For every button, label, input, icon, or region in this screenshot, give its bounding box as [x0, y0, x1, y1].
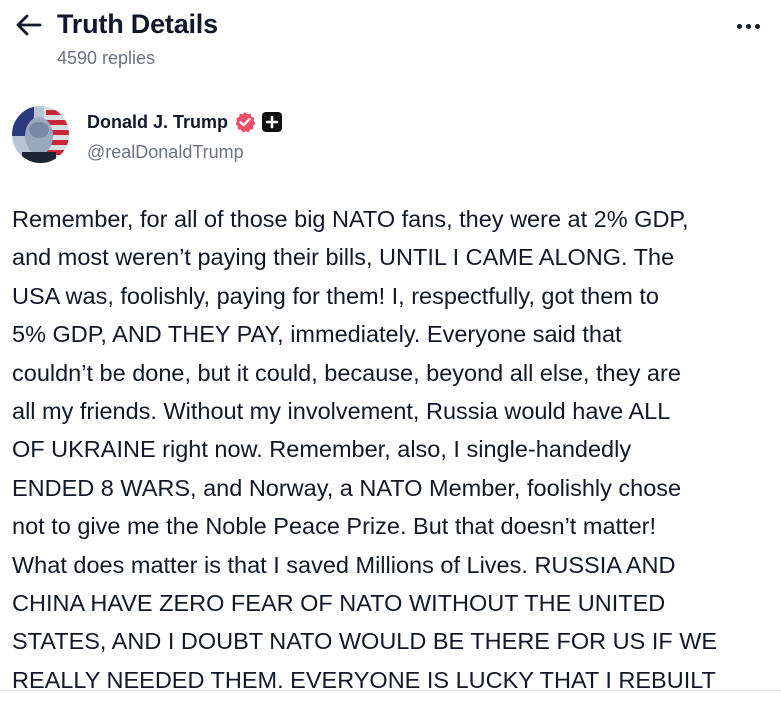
post-author: Donald J. Trump @realDonaldTrump — [0, 100, 781, 170]
author-name-row: Donald J. Trump — [87, 110, 283, 134]
post-text-line: couldn’t be done, but it could, because,… — [12, 359, 681, 386]
verified-badge-icon — [235, 112, 256, 133]
post-text-line: 5% GDP, AND THEY PAY, immediately. Every… — [12, 321, 622, 348]
post-text-line: and most weren’t paying their bills, UNT… — [12, 244, 675, 271]
post-text-line: not to give me the Noble Peace Prize. Bu… — [12, 513, 656, 540]
avatar[interactable] — [12, 106, 69, 163]
ellipsis-dot — [754, 23, 760, 29]
plus-glyph — [265, 115, 279, 129]
avatar-image — [12, 106, 69, 163]
post-text: Remember, for all of those big NATO fans… — [12, 200, 774, 699]
back-button[interactable] — [14, 10, 44, 40]
author-handle[interactable]: @realDonaldTrump — [87, 140, 244, 164]
more-options-button[interactable] — [730, 14, 766, 38]
post-text-line: REALLY NEEDED THEM. EVERYONE IS LUCKY TH… — [12, 666, 716, 693]
post-text-line: STATES, AND I DOUBT NATO WOULD BE THERE … — [12, 628, 718, 655]
replies-count: 4590 replies — [57, 48, 156, 68]
arrow-left-icon — [16, 14, 42, 36]
post-text-line: USA was, foolishly, paying for them! I, … — [12, 282, 659, 309]
ellipsis-horizontal-icon — [736, 23, 742, 29]
post-text-line: OF UKRAINE right now. Remember, also, I … — [12, 436, 632, 463]
post-text-line: What does matter is that I saved Million… — [12, 551, 676, 578]
display-name[interactable]: Donald J. Trump — [87, 110, 228, 134]
post-text-line: ENDED 8 WARS, and Norway, a NATO Member,… — [12, 474, 682, 501]
post-text-line: CHINA HAVE ZERO FEAR OF NATO WITHOUT THE… — [12, 590, 666, 617]
ellipsis-dot — [745, 23, 751, 29]
divider — [0, 690, 781, 691]
page-title: Truth Details — [57, 9, 218, 39]
plus-square-icon — [262, 112, 283, 132]
post-text-line: all my friends. Without my involvement, … — [12, 398, 671, 425]
page-header: Truth Details 4590 replies — [0, 0, 781, 80]
post-text-line: Remember, for all of those big NATO fans… — [12, 206, 689, 232]
